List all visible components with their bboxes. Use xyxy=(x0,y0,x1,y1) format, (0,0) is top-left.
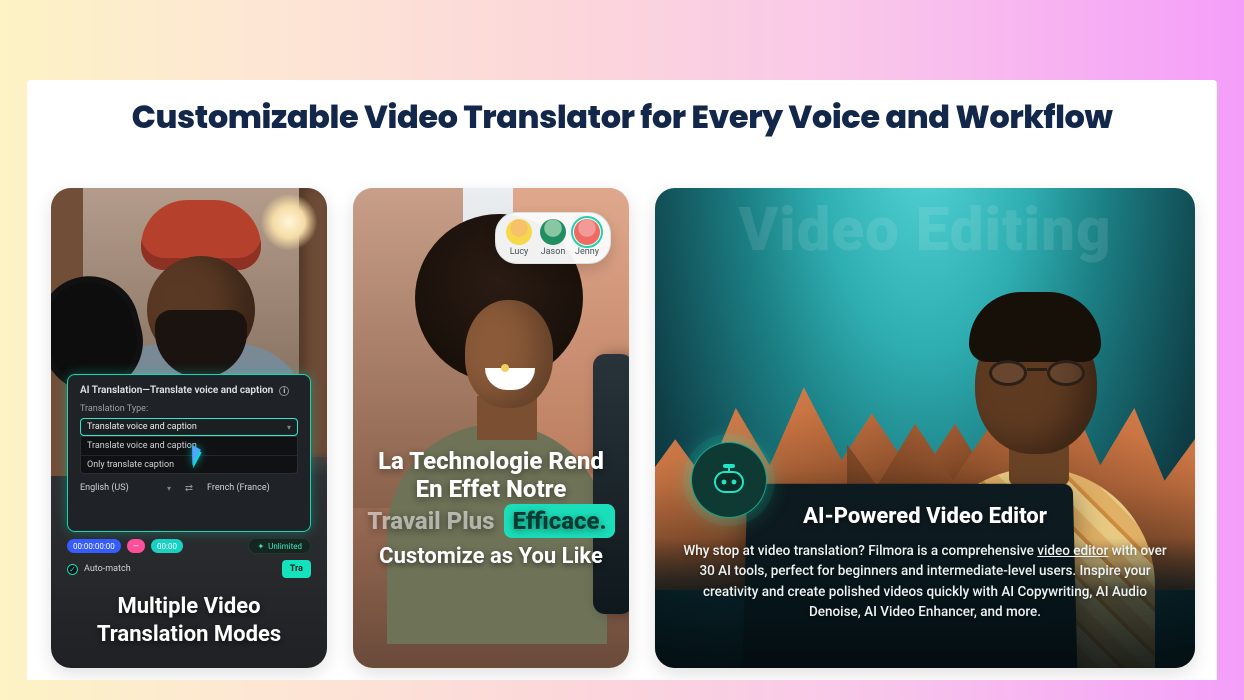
voice-avatar[interactable]: Jason xyxy=(540,219,566,257)
card-customize[interactable]: Lucy Jason Jenny La Technologie Rend En … xyxy=(353,188,629,668)
video-editor-link[interactable]: video editor xyxy=(1037,543,1108,559)
timecode-chip: 00:00:00:00 xyxy=(67,539,121,553)
info-icon[interactable]: i xyxy=(279,386,289,396)
voice-avatar-picker[interactable]: Lucy Jason Jenny xyxy=(495,212,611,264)
card-title: Customize as You Like xyxy=(353,543,629,571)
avatar-name: Lucy xyxy=(510,247,529,257)
page-title: Customizable Video Translator for Every … xyxy=(51,94,1193,142)
language-row: English (US) ▾ ⇄ French (France) xyxy=(80,480,298,496)
deco-hair xyxy=(969,292,1101,362)
ai-translation-panel: AI Translation—Translate voice and capti… xyxy=(67,374,311,532)
card-ai-video-editor[interactable]: Video Editing xyxy=(655,188,1195,668)
timeline-tags: 00:00:00:00 — 00:00 xyxy=(67,539,183,553)
translation-type-value: Translate voice and caption xyxy=(87,422,197,432)
target-language-select[interactable]: French (France) xyxy=(207,480,298,496)
overlay-caption: La Technologie Rend En Effet Notre Trava… xyxy=(353,447,629,538)
deco-earring xyxy=(501,364,509,372)
content-panel: Customizable Video Translator for Every … xyxy=(27,80,1217,680)
glasses-icon xyxy=(989,360,1085,386)
card-title: Multiple Video Translation Modes xyxy=(51,593,327,648)
card-title: AI-Powered Video Editor xyxy=(683,504,1167,529)
caption-line: En Effet Notre xyxy=(365,475,617,503)
deco-light xyxy=(261,194,317,250)
swap-languages-icon[interactable]: ⇄ xyxy=(181,480,197,496)
avatar-name: Jenny xyxy=(575,247,599,257)
card-description: Why stop at video translation? Filmora i… xyxy=(683,541,1167,622)
translation-type-label: Translation Type: xyxy=(80,404,298,414)
avatar-icon xyxy=(574,219,600,245)
watermark-text: Video Editing xyxy=(655,194,1195,265)
card-text-block: AI-Powered Video Editor Why stop at vide… xyxy=(655,504,1195,622)
avatar-name: Jason xyxy=(541,247,566,257)
card3-illustration: Video Editing xyxy=(655,188,1195,668)
chevron-down-icon: ▾ xyxy=(167,484,171,493)
panel-header: AI Translation—Translate voice and capti… xyxy=(80,385,298,396)
card-description-part: Why stop at video translation? Filmora i… xyxy=(683,543,1037,559)
deco-face xyxy=(465,300,553,408)
caption-line: La Technologie Rend xyxy=(365,447,617,475)
auto-match-row: ✓ Auto-match Tra xyxy=(67,560,311,578)
voice-avatar-selected[interactable]: Jenny xyxy=(574,219,600,257)
unlimited-badge: ✦ Unlimited xyxy=(248,538,311,554)
sparkle-icon: ✦ xyxy=(257,542,264,551)
caption-highlight: Efficace. xyxy=(504,504,614,538)
auto-match-toggle[interactable]: ✓ Auto-match xyxy=(67,564,131,575)
translate-button[interactable]: Tra xyxy=(282,560,311,578)
source-language-value: English (US) xyxy=(80,483,129,493)
unlimited-label: Unlimited xyxy=(268,542,302,551)
timeline-tags-row: 00:00:00:00 — 00:00 ✦ Unlimited xyxy=(67,538,311,554)
checkbox-checked-icon: ✓ xyxy=(67,564,78,575)
timecode-chip: — xyxy=(127,539,145,553)
card-translation-modes[interactable]: AI Translation—Translate voice and capti… xyxy=(51,188,327,668)
source-language-select[interactable]: English (US) ▾ xyxy=(80,480,171,496)
avatar-icon xyxy=(506,219,532,245)
auto-match-label: Auto-match xyxy=(84,564,131,574)
translation-type-select[interactable]: Translate voice and caption ▾ xyxy=(80,418,298,436)
voice-avatar[interactable]: Lucy xyxy=(506,219,532,257)
panel-header-text: AI Translation—Translate voice and capti… xyxy=(80,385,273,396)
caption-faded: Travail Plus xyxy=(367,507,494,535)
chevron-down-icon: ▾ xyxy=(287,423,291,432)
timecode-chip: 00:00 xyxy=(151,539,183,553)
target-language-value: French (France) xyxy=(207,483,270,493)
caption-line: Travail Plus Efficace. xyxy=(365,504,617,538)
feature-cards-row: AI Translation—Translate voice and capti… xyxy=(51,188,1193,668)
card2-illustration: Lucy Jason Jenny La Technologie Rend En … xyxy=(353,188,629,668)
avatar-icon xyxy=(540,219,566,245)
